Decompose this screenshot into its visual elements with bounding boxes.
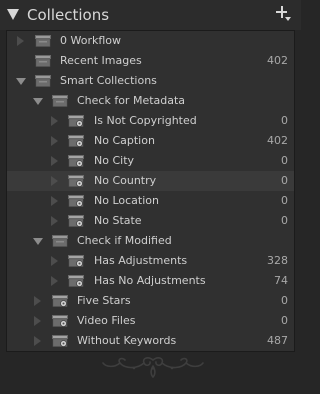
expand-triangle-icon[interactable] [17, 36, 24, 46]
row-count: 0 [281, 294, 288, 307]
collection-row-no-city[interactable]: No City 0 [7, 151, 294, 171]
expand-triangle-icon [51, 276, 58, 286]
collection-set-icon [35, 75, 51, 87]
panel-title: Collections [27, 6, 110, 24]
row-count: 74 [274, 274, 288, 287]
collection-row-without-keywords[interactable]: Without Keywords 487 [7, 331, 294, 351]
collapse-triangle-icon[interactable] [7, 9, 19, 20]
row-count: 0 [281, 114, 288, 127]
smart-collection-icon [52, 295, 68, 307]
row-count: 0 [281, 174, 288, 187]
row-label: Has No Adjustments [94, 274, 206, 287]
row-label: Video Files [77, 314, 136, 327]
smart-collection-icon [52, 315, 68, 327]
collections-header[interactable]: Collections [0, 0, 301, 30]
collection-row-smart-collections[interactable]: Smart Collections [7, 71, 294, 91]
collection-row-no-caption[interactable]: No Caption 402 [7, 131, 294, 151]
add-collection-button[interactable] [276, 6, 291, 22]
row-label: Without Keywords [77, 334, 177, 347]
expand-triangle-icon [34, 336, 41, 346]
collection-row-has-no-adjustments[interactable]: Has No Adjustments 74 [7, 271, 294, 291]
collections-list: 0 Workflow Recent Images 402 Smart Colle… [6, 30, 295, 352]
row-label: 0 Workflow [60, 34, 122, 47]
expand-triangle-icon [51, 116, 58, 126]
row-label: Has Adjustments [94, 254, 188, 267]
smart-collection-icon [68, 215, 84, 227]
smart-collection-icon [68, 115, 84, 127]
collection-row-check-for-metadata[interactable]: Check for Metadata [7, 91, 294, 111]
collapse-triangle-icon[interactable] [16, 78, 26, 85]
smart-collection-icon [68, 195, 84, 207]
row-label: No City [94, 154, 135, 167]
collection-set-icon [52, 95, 68, 107]
collapse-triangle-icon[interactable] [33, 238, 43, 245]
collection-row-check-if-modified[interactable]: Check if Modified [7, 231, 294, 251]
expand-triangle-icon [51, 156, 58, 166]
collection-row-no-location[interactable]: No Location 0 [7, 191, 294, 211]
collection-set-icon [35, 35, 51, 47]
row-count: 0 [281, 314, 288, 327]
dropdown-arrow-icon [285, 17, 291, 21]
collection-row-no-state[interactable]: No State 0 [7, 211, 294, 231]
expand-triangle-icon [51, 216, 58, 226]
collection-row-five-stars[interactable]: Five Stars 0 [7, 291, 294, 311]
row-count: 328 [267, 254, 288, 267]
expand-triangle-icon [34, 296, 41, 306]
panel-end-ornament-icon [102, 357, 204, 379]
collection-row-no-country[interactable]: No Country 0 [7, 171, 294, 191]
expand-triangle-icon [51, 196, 58, 206]
collection-icon [35, 55, 51, 67]
row-count: 402 [267, 54, 288, 67]
collection-row-recent-images[interactable]: Recent Images 402 [7, 51, 294, 71]
row-count: 0 [281, 214, 288, 227]
row-count: 402 [267, 134, 288, 147]
collection-set-icon [52, 235, 68, 247]
expand-triangle-icon [34, 316, 41, 326]
row-label: Recent Images [60, 54, 142, 67]
expand-triangle-icon [51, 256, 58, 266]
smart-collection-icon [68, 155, 84, 167]
collection-row-0-workflow[interactable]: 0 Workflow [7, 31, 294, 51]
expand-triangle-icon [51, 136, 58, 146]
smart-collection-icon [68, 275, 84, 287]
collection-row-video-files[interactable]: Video Files 0 [7, 311, 294, 331]
collections-panel: Collections 0 Workflow Recent Images 402 [0, 0, 301, 394]
smart-collection-icon [68, 175, 84, 187]
row-label: No State [94, 214, 142, 227]
smart-collection-icon [52, 335, 68, 347]
smart-collection-icon [68, 255, 84, 267]
row-label: Is Not Copyrighted [94, 114, 197, 127]
row-label: No Location [94, 194, 159, 207]
collection-row-is-not-copyrighted[interactable]: Is Not Copyrighted 0 [7, 111, 294, 131]
row-count: 0 [281, 154, 288, 167]
row-count: 0 [281, 194, 288, 207]
row-label: Check for Metadata [77, 94, 186, 107]
row-label: Smart Collections [60, 74, 157, 87]
row-label: No Caption [94, 134, 155, 147]
row-label: Five Stars [77, 294, 131, 307]
expand-triangle-icon [51, 176, 58, 186]
row-label: No Country [94, 174, 157, 187]
row-count: 487 [267, 334, 288, 347]
collection-row-has-adjustments[interactable]: Has Adjustments 328 [7, 251, 294, 271]
row-label: Check if Modified [77, 234, 172, 247]
smart-collection-icon [68, 135, 84, 147]
collapse-triangle-icon[interactable] [33, 98, 43, 105]
